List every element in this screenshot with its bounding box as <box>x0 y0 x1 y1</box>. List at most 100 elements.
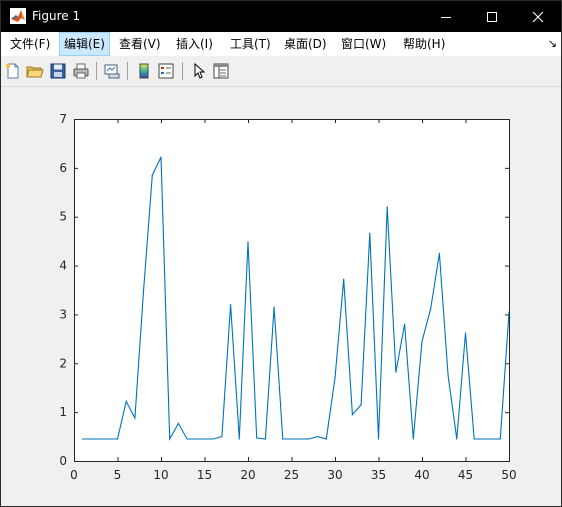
figure-toolbar <box>1 56 561 87</box>
data-point <box>464 332 467 334</box>
data-point <box>264 438 266 440</box>
data-point <box>447 374 449 377</box>
data-point <box>473 438 475 440</box>
x-tick-label: 25 <box>284 468 299 482</box>
data-point <box>430 308 432 310</box>
close-button[interactable] <box>515 1 561 32</box>
matlab-icon <box>10 8 26 24</box>
data-point <box>317 436 319 438</box>
data-point <box>395 371 397 373</box>
y-tick-label: 4 <box>59 259 67 273</box>
data-point <box>143 289 145 291</box>
print-icon[interactable] <box>72 62 90 80</box>
edit-plot-arrow-icon[interactable] <box>190 62 208 80</box>
window-title: Figure 1 <box>32 9 81 23</box>
data-point <box>369 232 371 234</box>
data-point <box>221 436 223 438</box>
y-tick-label: 5 <box>59 210 67 224</box>
menu-view[interactable]: 查看(V) <box>115 32 165 56</box>
data-point <box>195 438 197 440</box>
x-tick-label: 0 <box>70 468 78 482</box>
data-point <box>421 340 423 342</box>
data-point <box>169 438 171 440</box>
data-point <box>491 438 493 440</box>
data-point <box>412 438 414 440</box>
x-tick-label: 15 <box>197 468 212 482</box>
data-point <box>299 438 301 440</box>
data-point <box>438 252 440 254</box>
x-tick-label: 20 <box>240 468 255 482</box>
menu-desktop[interactable]: 桌面(D) <box>280 32 331 56</box>
toolbar-separator <box>96 62 97 80</box>
data-point <box>290 438 293 440</box>
y-tick-label: 3 <box>59 307 67 321</box>
data-point <box>360 404 362 406</box>
menu-file[interactable]: 文件(F) <box>6 32 54 56</box>
data-point <box>125 400 127 402</box>
toolbar-separator <box>182 62 183 80</box>
data-point <box>351 414 353 416</box>
data-point <box>273 306 275 308</box>
property-inspector-icon[interactable] <box>212 62 230 80</box>
x-tick-label: 30 <box>327 468 342 482</box>
y-tick-label: 6 <box>59 161 67 175</box>
x-tick-label: 45 <box>458 468 473 482</box>
data-point <box>177 422 179 424</box>
y-tick-label: 0 <box>59 454 67 468</box>
data-point <box>386 206 388 208</box>
data-point <box>343 278 345 280</box>
menu-tools[interactable]: 工具(T) <box>226 32 275 56</box>
maximize-button[interactable] <box>469 1 515 32</box>
x-tick-label: 5 <box>114 468 122 482</box>
link-plot-icon[interactable] <box>103 62 121 80</box>
data-point <box>230 304 232 306</box>
data-point <box>256 437 258 439</box>
data-point <box>160 156 162 158</box>
open-file-icon[interactable] <box>26 62 44 80</box>
minimize-icon <box>441 16 451 18</box>
data-point <box>134 417 136 419</box>
data-point <box>212 438 214 440</box>
data-point <box>186 438 188 440</box>
x-tick-label: 40 <box>414 468 429 482</box>
legend-icon[interactable] <box>157 62 175 80</box>
menu-expand-icon[interactable]: ↘ <box>548 37 557 50</box>
minimize-button[interactable] <box>423 1 469 32</box>
menu-help[interactable]: 帮助(H) <box>399 32 449 56</box>
data-point <box>334 377 336 379</box>
data-point <box>308 438 310 440</box>
colorbar-icon[interactable] <box>135 62 153 80</box>
menu-edit[interactable]: 编辑(E) <box>59 32 110 56</box>
x-tick-label: 10 <box>153 468 168 482</box>
save-icon[interactable] <box>49 62 67 80</box>
data-point <box>99 438 101 440</box>
figure-window: Figure 1 文件(F) 编辑(E) 查看(V) 插入(I) 工具(T) 桌… <box>0 0 562 507</box>
data-point <box>238 438 240 440</box>
data-point <box>282 438 284 440</box>
data-point <box>325 438 327 440</box>
title-bar[interactable]: Figure 1 <box>1 1 561 32</box>
data-point <box>482 438 484 440</box>
x-tick-label: 35 <box>371 468 386 482</box>
data-point <box>151 174 153 176</box>
data-point <box>404 323 406 325</box>
figure-canvas[interactable]: 0 5 10 15 20 25 30 35 40 45 50 0 1 2 3 4 5 6 7 <box>1 87 561 506</box>
new-figure-icon[interactable] <box>4 62 22 80</box>
data-point <box>108 438 110 440</box>
data-point <box>247 241 249 243</box>
data-point <box>377 438 380 440</box>
x-tick-label: 50 <box>501 468 516 482</box>
data-point <box>499 438 501 440</box>
menu-window[interactable]: 窗口(W) <box>337 32 390 56</box>
line-plot[interactable]: 0 5 10 15 20 25 30 35 40 45 5001234567 <box>1 87 561 506</box>
data-point <box>82 438 84 440</box>
data-point <box>203 438 206 440</box>
data-point <box>116 438 119 440</box>
y-tick-label: 7 <box>59 112 67 126</box>
data-point <box>456 438 458 440</box>
menu-insert[interactable]: 插入(I) <box>172 32 217 56</box>
close-icon <box>532 11 544 22</box>
y-tick-label: 2 <box>59 356 67 370</box>
toolbar-separator <box>127 62 128 80</box>
menu-bar: 文件(F) 编辑(E) 查看(V) 插入(I) 工具(T) 桌面(D) 窗口(W… <box>1 32 561 56</box>
